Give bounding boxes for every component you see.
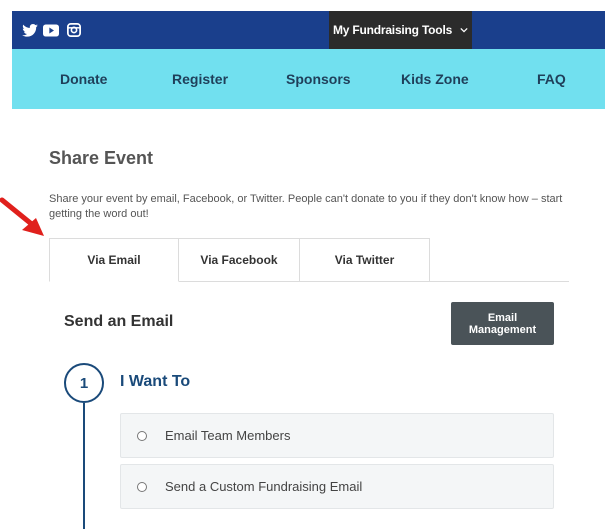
youtube-icon[interactable] bbox=[41, 20, 61, 40]
option-label: Send a Custom Fundraising Email bbox=[165, 479, 363, 494]
email-management-button[interactable]: Email Management bbox=[451, 302, 554, 345]
nav-faq[interactable]: FAQ bbox=[537, 71, 566, 87]
chevron-down-icon bbox=[460, 25, 468, 35]
email-management-label: Email Management bbox=[468, 311, 537, 336]
nav-sponsors[interactable]: Sponsors bbox=[286, 71, 351, 87]
send-email-title: Send an Email bbox=[64, 313, 174, 330]
step-number-badge: 1 bbox=[64, 363, 104, 403]
nav-donate[interactable]: Donate bbox=[60, 71, 107, 87]
step-title: I Want To bbox=[120, 373, 191, 390]
option-label: Email Team Members bbox=[165, 428, 291, 443]
share-event-description: Share your event by email, Facebook, or … bbox=[49, 193, 563, 220]
instagram-icon[interactable] bbox=[64, 20, 84, 40]
option-custom-fundraising-email[interactable]: Send a Custom Fundraising Email bbox=[120, 464, 554, 509]
radio-button[interactable] bbox=[137, 481, 147, 492]
top-bar: My Fundraising Tools bbox=[12, 11, 605, 49]
tab-via-email[interactable]: Via Email bbox=[49, 238, 179, 282]
main-nav: Donate Register Sponsors Kids Zone FAQ bbox=[12, 49, 605, 109]
nav-kids-zone[interactable]: Kids Zone bbox=[401, 71, 469, 87]
option-email-team-members[interactable]: Email Team Members bbox=[120, 413, 554, 458]
step-connector-line bbox=[83, 403, 85, 529]
tools-label: My Fundraising Tools bbox=[332, 23, 453, 37]
share-event-title: Share Event bbox=[49, 148, 154, 168]
tab-via-facebook[interactable]: Via Facebook bbox=[179, 238, 300, 282]
my-fundraising-tools-button[interactable]: My Fundraising Tools bbox=[329, 11, 472, 49]
nav-register[interactable]: Register bbox=[172, 71, 228, 87]
radio-button[interactable] bbox=[137, 430, 147, 441]
twitter-icon[interactable] bbox=[20, 20, 40, 40]
tab-via-twitter[interactable]: Via Twitter bbox=[300, 238, 430, 282]
red-arrow-annotation bbox=[0, 197, 44, 236]
